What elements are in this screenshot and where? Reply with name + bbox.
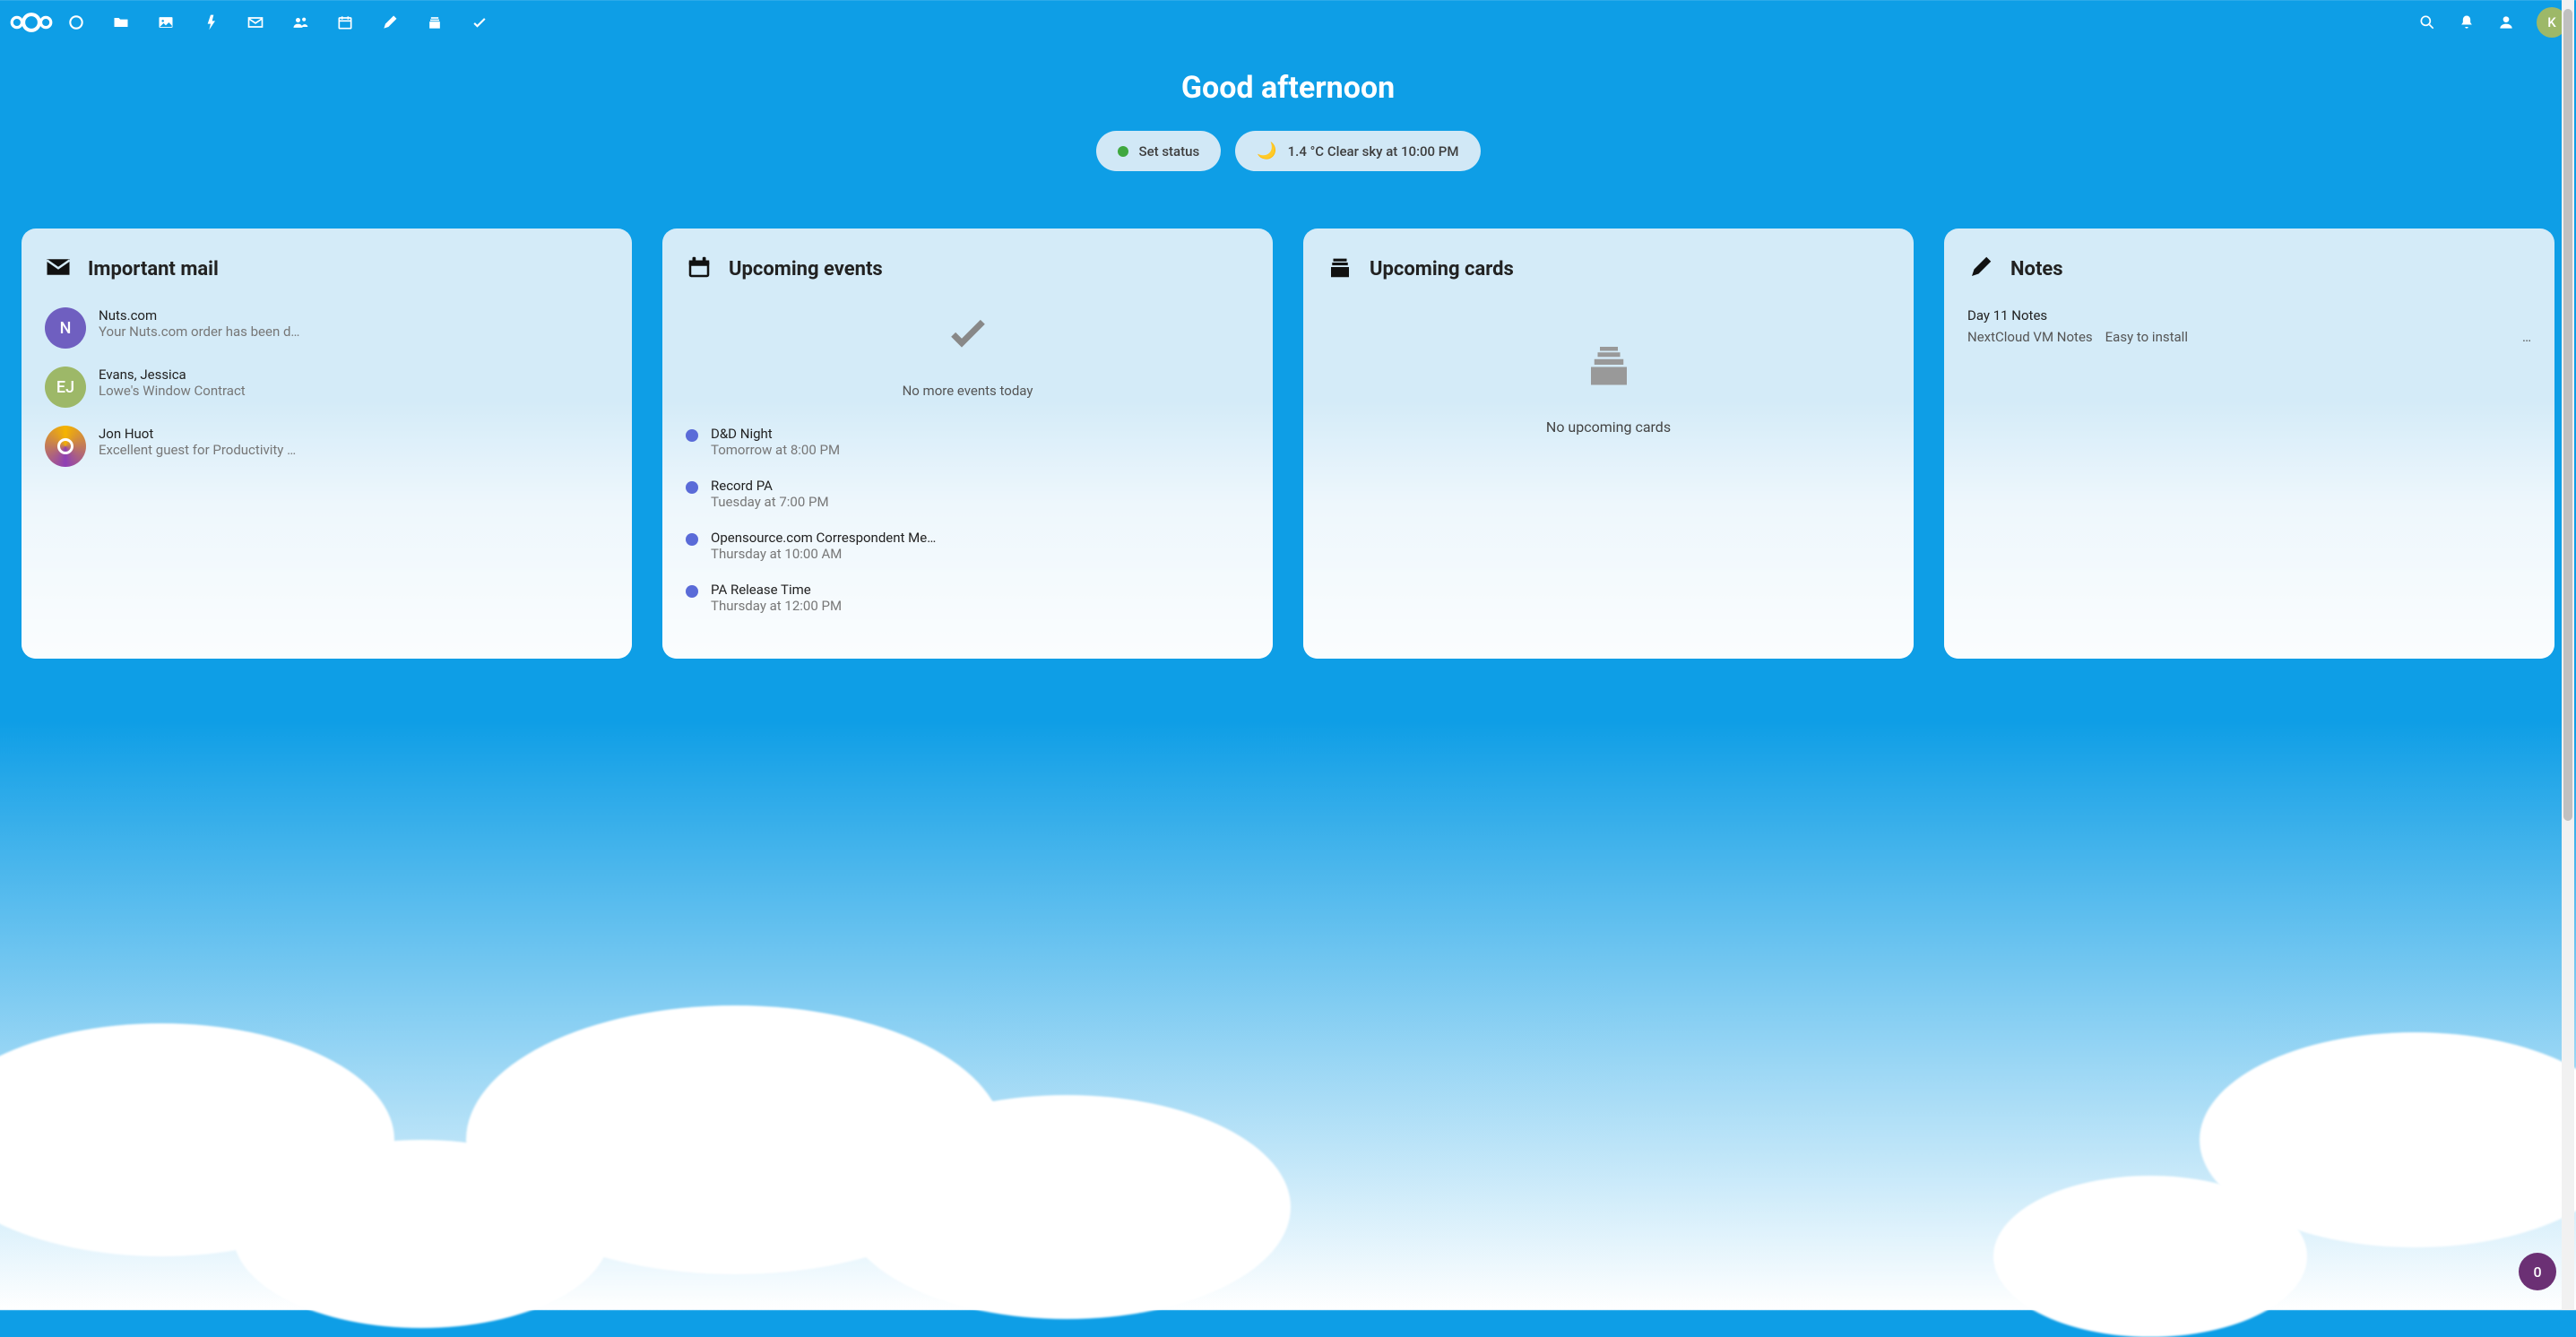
floating-badge[interactable]: 0 [2519, 1253, 2556, 1290]
deck-widget-icon [1327, 254, 1353, 284]
search-icon[interactable] [2418, 0, 2436, 45]
mail-sender: Jon Huot [99, 426, 296, 442]
notes-icon[interactable] [367, 0, 412, 45]
top-nav: K [0, 0, 2576, 45]
files-icon[interactable] [99, 0, 143, 45]
mail-avatar: EJ [45, 367, 86, 408]
cards-empty-state: No upcoming cards [1327, 338, 1890, 436]
weather-label: 1.4 °C Clear sky at 10:00 PM [1288, 143, 1459, 160]
event-time: Tomorrow at 8:00 PM [711, 442, 840, 458]
background-clouds [0, 590, 2576, 1310]
note-item[interactable]: NextCloud VM Notes Easy to install … [1967, 329, 2531, 345]
scrollbar-thumb[interactable] [2563, 9, 2572, 821]
events-widget-title: Upcoming events [729, 258, 883, 280]
notes-widget-icon [1967, 254, 1994, 284]
event-time: Tuesday at 7:00 PM [711, 494, 829, 510]
contacts-icon[interactable] [278, 0, 323, 45]
notes-widget-title: Notes [2010, 258, 2063, 280]
events-empty-text: No more events today [686, 383, 1249, 399]
event-dot-icon [686, 585, 698, 598]
event-dot-icon [686, 429, 698, 442]
status-dot-icon [1118, 146, 1128, 157]
note-excerpt: Easy to install [2105, 329, 2188, 345]
event-title: Record PA [711, 478, 829, 494]
note-item[interactable]: Day 11 Notes [1967, 307, 2531, 323]
event-item[interactable]: D&D NightTomorrow at 8:00 PM [686, 426, 1249, 458]
mail-item[interactable]: N Nuts.comYour Nuts.com order has been d… [45, 307, 609, 349]
widgets-row: Important mail N Nuts.comYour Nuts.com or… [0, 229, 2576, 659]
set-status-label: Set status [1139, 143, 1200, 160]
calendar-widget-icon [686, 254, 713, 284]
mail-item[interactable]: EJ Evans, JessicaLowe's Window Contract [45, 367, 609, 408]
weather-moon-icon: 🌙 [1257, 142, 1276, 160]
mail-sender: Evans, Jessica [99, 367, 246, 383]
cards-widget-title: Upcoming cards [1370, 258, 1514, 280]
mail-sender: Nuts.com [99, 307, 299, 323]
mail-widget-title: Important mail [88, 258, 219, 280]
event-title: D&D Night [711, 426, 840, 442]
calendar-icon[interactable] [323, 0, 367, 45]
events-empty-state: No more events today [686, 307, 1249, 399]
mail-widget-icon [45, 254, 72, 284]
event-time: Thursday at 12:00 PM [711, 598, 842, 614]
nextcloud-logo-icon[interactable] [9, 0, 54, 45]
event-time: Thursday at 10:00 AM [711, 546, 936, 562]
deck-empty-icon [1582, 338, 1636, 392]
notifications-icon[interactable] [2458, 0, 2476, 45]
event-item[interactable]: Record PATuesday at 7:00 PM [686, 478, 1249, 510]
scrollbar[interactable] [2562, 0, 2574, 1310]
dashboard-icon[interactable] [54, 0, 99, 45]
weather-chip[interactable]: 🌙 1.4 °C Clear sky at 10:00 PM [1235, 131, 1480, 171]
mail-item[interactable]: Jon HuotExcellent guest for Productivity… [45, 426, 609, 467]
tasks-icon[interactable] [457, 0, 502, 45]
contacts-menu-icon[interactable] [2497, 0, 2515, 45]
mail-icon[interactable] [233, 0, 278, 45]
cards-empty-text: No upcoming cards [1327, 418, 1890, 436]
note-ellipsis: … [2522, 329, 2531, 345]
deck-icon[interactable] [412, 0, 457, 45]
event-dot-icon [686, 533, 698, 546]
event-title: Opensource.com Correspondent Me… [711, 530, 936, 546]
widget-important-mail: Important mail N Nuts.comYour Nuts.com or… [22, 229, 632, 659]
dashboard-header: Good afternoon Set status 🌙 1.4 °C Clear… [0, 70, 2576, 171]
note-title: NextCloud VM Notes [1967, 329, 2093, 345]
widget-upcoming-cards: Upcoming cards No upcoming cards [1303, 229, 1914, 659]
mail-subject: Lowe's Window Contract [99, 383, 246, 399]
mail-avatar [45, 426, 86, 467]
event-item[interactable]: PA Release TimeThursday at 12:00 PM [686, 582, 1249, 614]
check-icon [943, 307, 993, 358]
event-title: PA Release Time [711, 582, 842, 598]
mail-avatar: N [45, 307, 86, 349]
photos-icon[interactable] [143, 0, 188, 45]
activity-icon[interactable] [188, 0, 233, 45]
event-dot-icon [686, 481, 698, 494]
mail-subject: Excellent guest for Productivity … [99, 442, 296, 458]
mail-subject: Your Nuts.com order has been d… [99, 323, 299, 340]
event-item[interactable]: Opensource.com Correspondent Me…Thursday… [686, 530, 1249, 562]
set-status-chip[interactable]: Set status [1096, 131, 1222, 171]
widget-notes: Notes Day 11 Notes NextCloud VM Notes Ea… [1944, 229, 2554, 659]
widget-upcoming-events: Upcoming events No more events today D&D… [662, 229, 1273, 659]
greeting-text: Good afternoon [0, 70, 2576, 106]
